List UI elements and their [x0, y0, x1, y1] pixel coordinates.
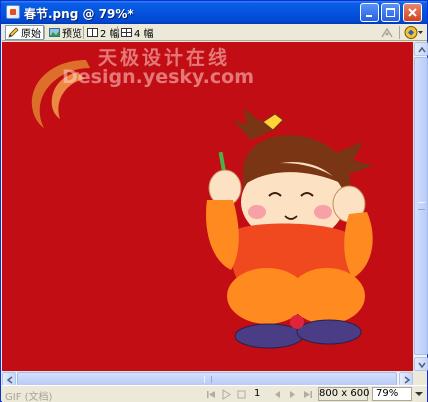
chevron-down-icon[interactable] — [413, 387, 425, 401]
optimize-menu-icon[interactable] — [404, 25, 424, 43]
tab-4-up[interactable]: 4 幅 — [119, 25, 156, 40]
pencil-icon — [8, 27, 19, 38]
horizontal-scrollbar[interactable] — [2, 371, 413, 386]
scroll-left-button[interactable] — [2, 372, 16, 386]
toolbar-divider — [117, 26, 118, 39]
play-icon[interactable] — [221, 389, 232, 400]
status-bar: GIF (文档) 1 800 x 600 79% — [2, 385, 427, 402]
chevron-down-icon — [418, 362, 426, 369]
tab-preview[interactable]: 预览 — [47, 25, 84, 40]
document-window: 春节.png @ 79%* 原始 预览 2 幅 4 幅 天极设计在线 Desig… — [0, 0, 428, 402]
tab-label: 4 幅 — [134, 29, 154, 40]
image-size-box: 800 x 600 — [318, 387, 370, 401]
preview-icon — [49, 27, 60, 38]
first-frame-icon[interactable] — [206, 389, 217, 400]
frame-number: 1 — [254, 388, 261, 399]
close-button[interactable] — [403, 3, 422, 22]
vertical-scrollbar[interactable] — [413, 42, 428, 371]
toolbar-divider — [83, 26, 84, 39]
scroll-up-button[interactable] — [414, 42, 428, 56]
tab-label: 原始 — [21, 29, 41, 40]
toolbar-divider — [399, 26, 400, 39]
title-bar[interactable]: 春节.png @ 79%* — [1, 1, 427, 24]
scroll-right-button[interactable] — [399, 372, 413, 386]
next-frame-icon[interactable] — [287, 389, 298, 400]
previous-frame-icon[interactable] — [272, 389, 283, 400]
stop-icon[interactable] — [236, 389, 247, 400]
watermark-english-text: Design.yesky.com — [62, 66, 255, 88]
scrollbar-corner — [413, 371, 427, 385]
last-frame-icon[interactable] — [302, 389, 313, 400]
four-up-icon — [121, 27, 132, 38]
scroll-down-button[interactable] — [414, 357, 428, 371]
two-up-icon — [87, 27, 98, 38]
horizontal-scroll-thumb[interactable] — [17, 372, 397, 386]
vertical-scroll-thumb[interactable] — [414, 57, 428, 355]
document-icon — [6, 5, 20, 19]
minimize-button[interactable] — [360, 3, 379, 22]
chevron-left-icon — [6, 376, 13, 384]
chevron-up-icon — [418, 46, 426, 53]
maximize-button[interactable] — [381, 3, 400, 22]
tab-label: 预览 — [62, 29, 82, 40]
window-title: 春节.png @ 79%* — [24, 7, 134, 21]
image-canvas[interactable]: 天极设计在线 Design.yesky.com — [2, 42, 413, 371]
toolbar-divider — [44, 26, 45, 39]
maximize-icon — [386, 8, 395, 17]
file-format-label: GIF (文档) — [5, 392, 53, 402]
chevron-right-icon — [404, 376, 411, 384]
close-icon — [408, 8, 417, 17]
tab-original[interactable]: 原始 — [5, 25, 44, 40]
minimize-icon — [366, 15, 372, 17]
quality-tool-icon[interactable] — [380, 26, 394, 42]
zoom-level-select[interactable]: 79% — [372, 387, 412, 401]
view-tabs-strip: 原始 预览 2 幅 4 幅 — [2, 24, 427, 41]
cartoon-girl-illustration — [206, 108, 373, 349]
